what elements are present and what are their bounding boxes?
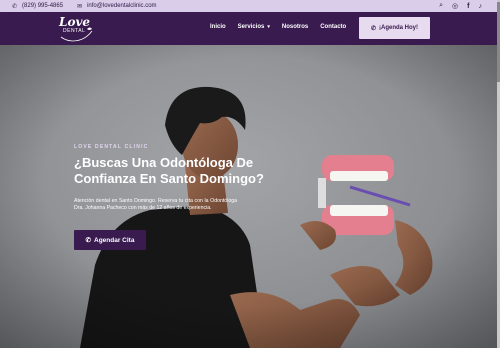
whatsapp-icon: ✆ — [85, 237, 91, 244]
nav-item-inicio[interactable]: Inicio — [210, 24, 226, 30]
nav-menu: Inicio Servicios ▾ Nosotros Contacto — [210, 24, 358, 30]
facebook-icon[interactable]: f — [467, 3, 469, 10]
nav-item-contacto[interactable]: Contacto — [320, 24, 346, 30]
search-icon[interactable]: ⌕ — [439, 2, 443, 10]
mail-icon: ✉ — [77, 3, 83, 10]
agendar-cita-label: Agendar Cita — [94, 236, 135, 244]
agenda-hoy-button[interactable]: ✆ ¡Agenda Hoy! — [359, 17, 430, 39]
nav-item-servicios-label: Servicios — [237, 24, 265, 30]
nav-item-servicios[interactable]: Servicios ▾ — [238, 24, 270, 30]
email-contact[interactable]: ✉ info@lovedentalclinic.com — [77, 3, 157, 10]
phone-icon: ✆ — [12, 3, 18, 10]
hero-headline: ¿Buscas Una Odontóloga De Confianza En S… — [74, 155, 264, 186]
whatsapp-icon: ✆ — [370, 25, 377, 32]
hero-description: Atención dental en Santo Domingo. Reserv… — [74, 198, 237, 211]
email-address: info@lovedentalclinic.com — [87, 3, 157, 9]
phone-contact[interactable]: ✆ (829) 995-4865 — [12, 3, 63, 10]
phone-number: (829) 995-4865 — [22, 3, 64, 9]
social-links: ⌕ ◎ f ♪ — [430, 0, 482, 12]
agenda-hoy-label: ¡Agenda Hoy! — [379, 25, 419, 31]
chevron-down-icon: ▾ — [267, 24, 270, 30]
top-contact-bar: ✆ (829) 995-4865 ✉ info@lovedentalclinic… — [0, 0, 500, 12]
tiktok-icon[interactable]: ♪ — [479, 3, 483, 10]
instagram-icon[interactable]: ◎ — [452, 2, 458, 10]
logo-swoosh-icon — [60, 27, 93, 42]
hero-photo — [0, 45, 500, 348]
nav-item-nosotros[interactable]: Nosotros — [282, 24, 308, 30]
hero-section: LOVE DENTAL CLINIC ¿Buscas Una Odontólog… — [0, 45, 500, 348]
agendar-cita-button[interactable]: ✆ Agendar Cita — [74, 230, 146, 250]
hero-eyebrow: LOVE DENTAL CLINIC — [74, 144, 149, 150]
logo[interactable]: Love DENTAL — [59, 16, 95, 42]
